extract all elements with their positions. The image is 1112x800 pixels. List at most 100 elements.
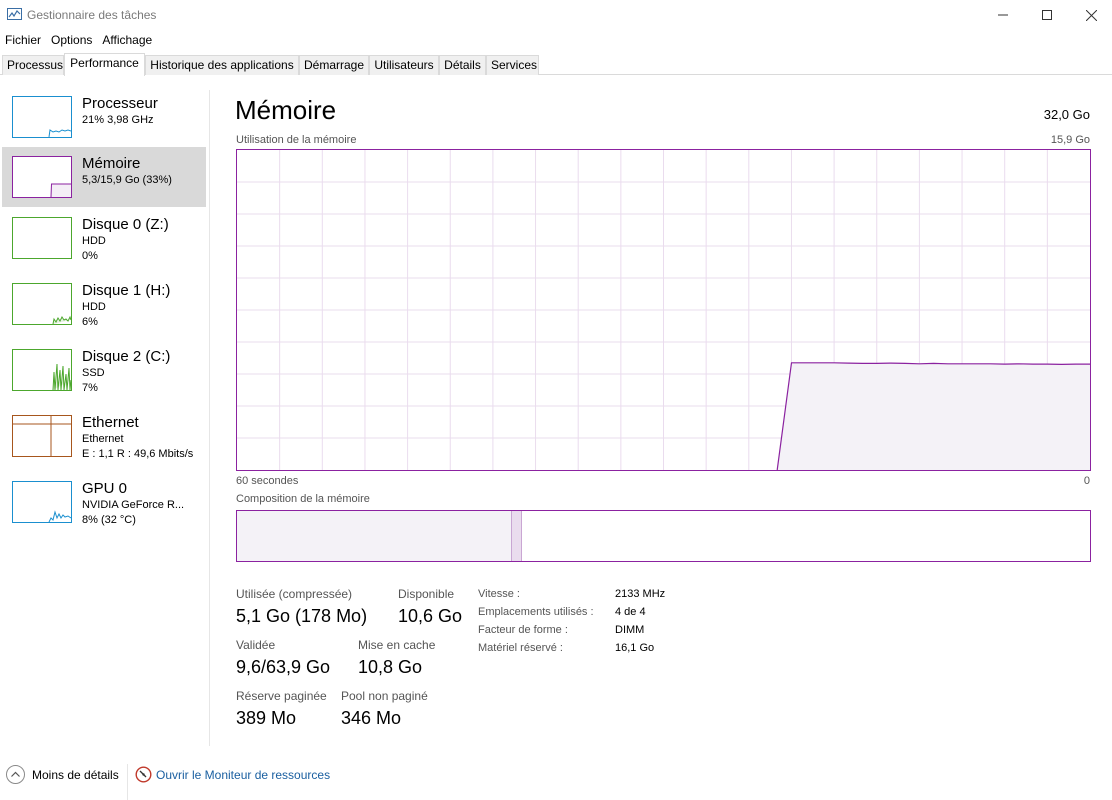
chevron-up-icon: [11, 771, 20, 777]
cpu-mini-graph: [48, 129, 71, 137]
slots-value: 4 de 4: [615, 606, 646, 618]
sidebar-item-memory[interactable]: Mémoire 5,3/15,9 Go (33%): [2, 147, 206, 207]
sidebar-item-adapter: Ethernet: [82, 433, 124, 445]
gpu-thumbnail: [12, 481, 72, 523]
sidebar-item-name: Processeur: [82, 95, 158, 112]
available-label: Disponible: [398, 587, 455, 601]
disk-0-thumbnail: [12, 217, 72, 259]
memory-composition-bar: [236, 510, 1091, 562]
fewer-details-icon[interactable]: [6, 765, 25, 784]
memory-usage-label: Utilisation de la mémoire: [236, 134, 357, 146]
page-title: Mémoire: [235, 95, 337, 125]
sidebar-item-name: Disque 0 (Z:): [82, 216, 169, 233]
menu-view[interactable]: Affichage: [97, 31, 157, 49]
close-button[interactable]: [1068, 0, 1112, 30]
tab-app-history[interactable]: Historique des applications: [145, 55, 299, 75]
speed-value: 2133 MHz: [615, 588, 666, 600]
menu-file[interactable]: Fichier: [0, 31, 46, 49]
sidebar-item-type: SSD: [82, 367, 105, 379]
sidebar-item-ethernet[interactable]: Ethernet Ethernet E : 1,1 R : 49,6 Mbits…: [2, 408, 206, 468]
cached-label: Mise en cache: [358, 638, 436, 652]
sidebar-item-gpu-0[interactable]: GPU 0 NVIDIA GeForce R... 8% (32 °C): [2, 474, 206, 534]
sidebar-item-disk-0[interactable]: Disque 0 (Z:) HDD 0%: [2, 210, 206, 270]
tab-services[interactable]: Services: [486, 55, 539, 75]
ethernet-thumbnail: [12, 415, 72, 457]
tab-details[interactable]: Détails: [439, 55, 486, 75]
fewer-details-button[interactable]: Moins de détails: [32, 768, 119, 782]
sidebar-item-throughput: E : 1,1 R : 49,6 Mbits/s: [82, 448, 194, 460]
maximize-button[interactable]: [1024, 0, 1070, 30]
tab-performance[interactable]: Performance: [64, 53, 145, 76]
title-bar: Gestionnaire des tâches: [0, 0, 1112, 30]
committed-value: 9,6/63,9 Go: [236, 657, 331, 677]
memory-usage-max: 15,9 Go: [1050, 134, 1090, 146]
minimize-button[interactable]: [980, 0, 1026, 30]
sidebar-item-type: HDD: [82, 301, 106, 313]
hardware-reserved-label: Matériel réservé :: [478, 642, 563, 654]
footer-divider: [127, 764, 128, 800]
disk-1-mini-graph: [52, 315, 71, 324]
available-value: 10,6 Go: [398, 606, 463, 626]
sidebar-item-name: Ethernet: [82, 414, 139, 431]
hardware-reserved-value: 16,1 Go: [615, 642, 655, 654]
paged-pool-label: Réserve paginée: [236, 689, 327, 703]
composition-in-use: [237, 511, 512, 561]
nonpaged-pool-label: Pool non paginé: [341, 689, 428, 703]
sidebar-item-disk-1[interactable]: Disque 1 (H:) HDD 6%: [2, 276, 206, 336]
memory-composition-label: Composition de la mémoire: [236, 493, 370, 505]
close-icon: [1085, 9, 1097, 21]
sidebar-item-name: Disque 2 (C:): [82, 348, 171, 365]
memory-mini-graph: [50, 183, 71, 197]
memory-usage-plot: [237, 150, 1090, 470]
graph-time-span: 60 secondes: [236, 475, 299, 487]
task-manager-icon: [7, 8, 22, 20]
menu-bar: Fichier Options Affichage: [0, 31, 157, 49]
sidebar-item-cpu[interactable]: Processeur 21% 3,98 GHz: [2, 90, 206, 150]
gpu-mini-graph: [48, 510, 71, 522]
maximize-icon: [1042, 10, 1052, 20]
sidebar-item-type: HDD: [82, 235, 106, 247]
graph-axis-zero: 0: [1083, 475, 1090, 487]
resource-monitor-icon[interactable]: [135, 766, 152, 783]
sidebar-item-disk-2[interactable]: Disque 2 (C:) SSD 7%: [2, 342, 206, 402]
sidebar-item-name: Mémoire: [82, 155, 141, 172]
sidebar-item-name: GPU 0: [82, 480, 128, 497]
menu-options[interactable]: Options: [46, 31, 97, 49]
sidebar-item-usage: 7%: [82, 382, 98, 394]
nonpaged-pool-value: 346 Mo: [341, 708, 402, 728]
sidebar-item-usage: 8% (32 °C): [82, 514, 136, 526]
memory-usage-graph: [236, 149, 1091, 471]
form-factor-value: DIMM: [615, 624, 645, 636]
slots-label: Emplacements utilisés :: [478, 606, 594, 618]
disk-0-mini-graph: [13, 218, 71, 258]
tab-strip: Processus Performance Historique des app…: [0, 53, 1112, 76]
window-title: Gestionnaire des tâches: [27, 8, 157, 22]
memory-usage-area: [777, 362, 1090, 470]
used-value: 5,1 Go (178 Mo): [236, 606, 368, 626]
tab-processes[interactable]: Processus: [2, 55, 64, 75]
tab-users[interactable]: Utilisateurs: [369, 55, 439, 75]
speed-label: Vitesse :: [478, 588, 520, 600]
sidebar-item-name: Disque 1 (H:): [82, 282, 171, 299]
committed-label: Validée: [236, 638, 276, 652]
footer: Moins de détails Ouvrir le Moniteur de r…: [0, 760, 1112, 800]
sidebar-item-usage: 6%: [82, 316, 98, 328]
tab-startup[interactable]: Démarrage: [299, 55, 369, 75]
resource-monitor-link[interactable]: Ouvrir le Moniteur de ressources: [156, 768, 330, 782]
disk-1-thumbnail: [12, 283, 72, 325]
sidebar-item-detail: 5,3/15,9 Go (33%): [82, 174, 172, 186]
paged-pool-value: 389 Mo: [236, 708, 297, 728]
composition-modified: [512, 511, 522, 561]
cpu-thumbnail: [12, 96, 72, 138]
form-factor-label: Facteur de forme :: [478, 624, 568, 636]
performance-sidebar: Processeur 21% 3,98 GHz Mémoire 5,3/15,9…: [0, 90, 210, 746]
minimize-icon: [998, 14, 1008, 16]
sidebar-item-detail: 21% 3,98 GHz: [82, 114, 154, 126]
sidebar-item-usage: 0%: [82, 250, 98, 262]
disk-2-mini-graph: [52, 363, 71, 390]
sidebar-item-model: NVIDIA GeForce R...: [82, 499, 185, 511]
cached-value: 10,8 Go: [358, 657, 423, 677]
total-memory: 32,0 Go: [1043, 107, 1090, 122]
ethernet-mini-graph: [13, 416, 71, 456]
disk-2-thumbnail: [12, 349, 72, 391]
